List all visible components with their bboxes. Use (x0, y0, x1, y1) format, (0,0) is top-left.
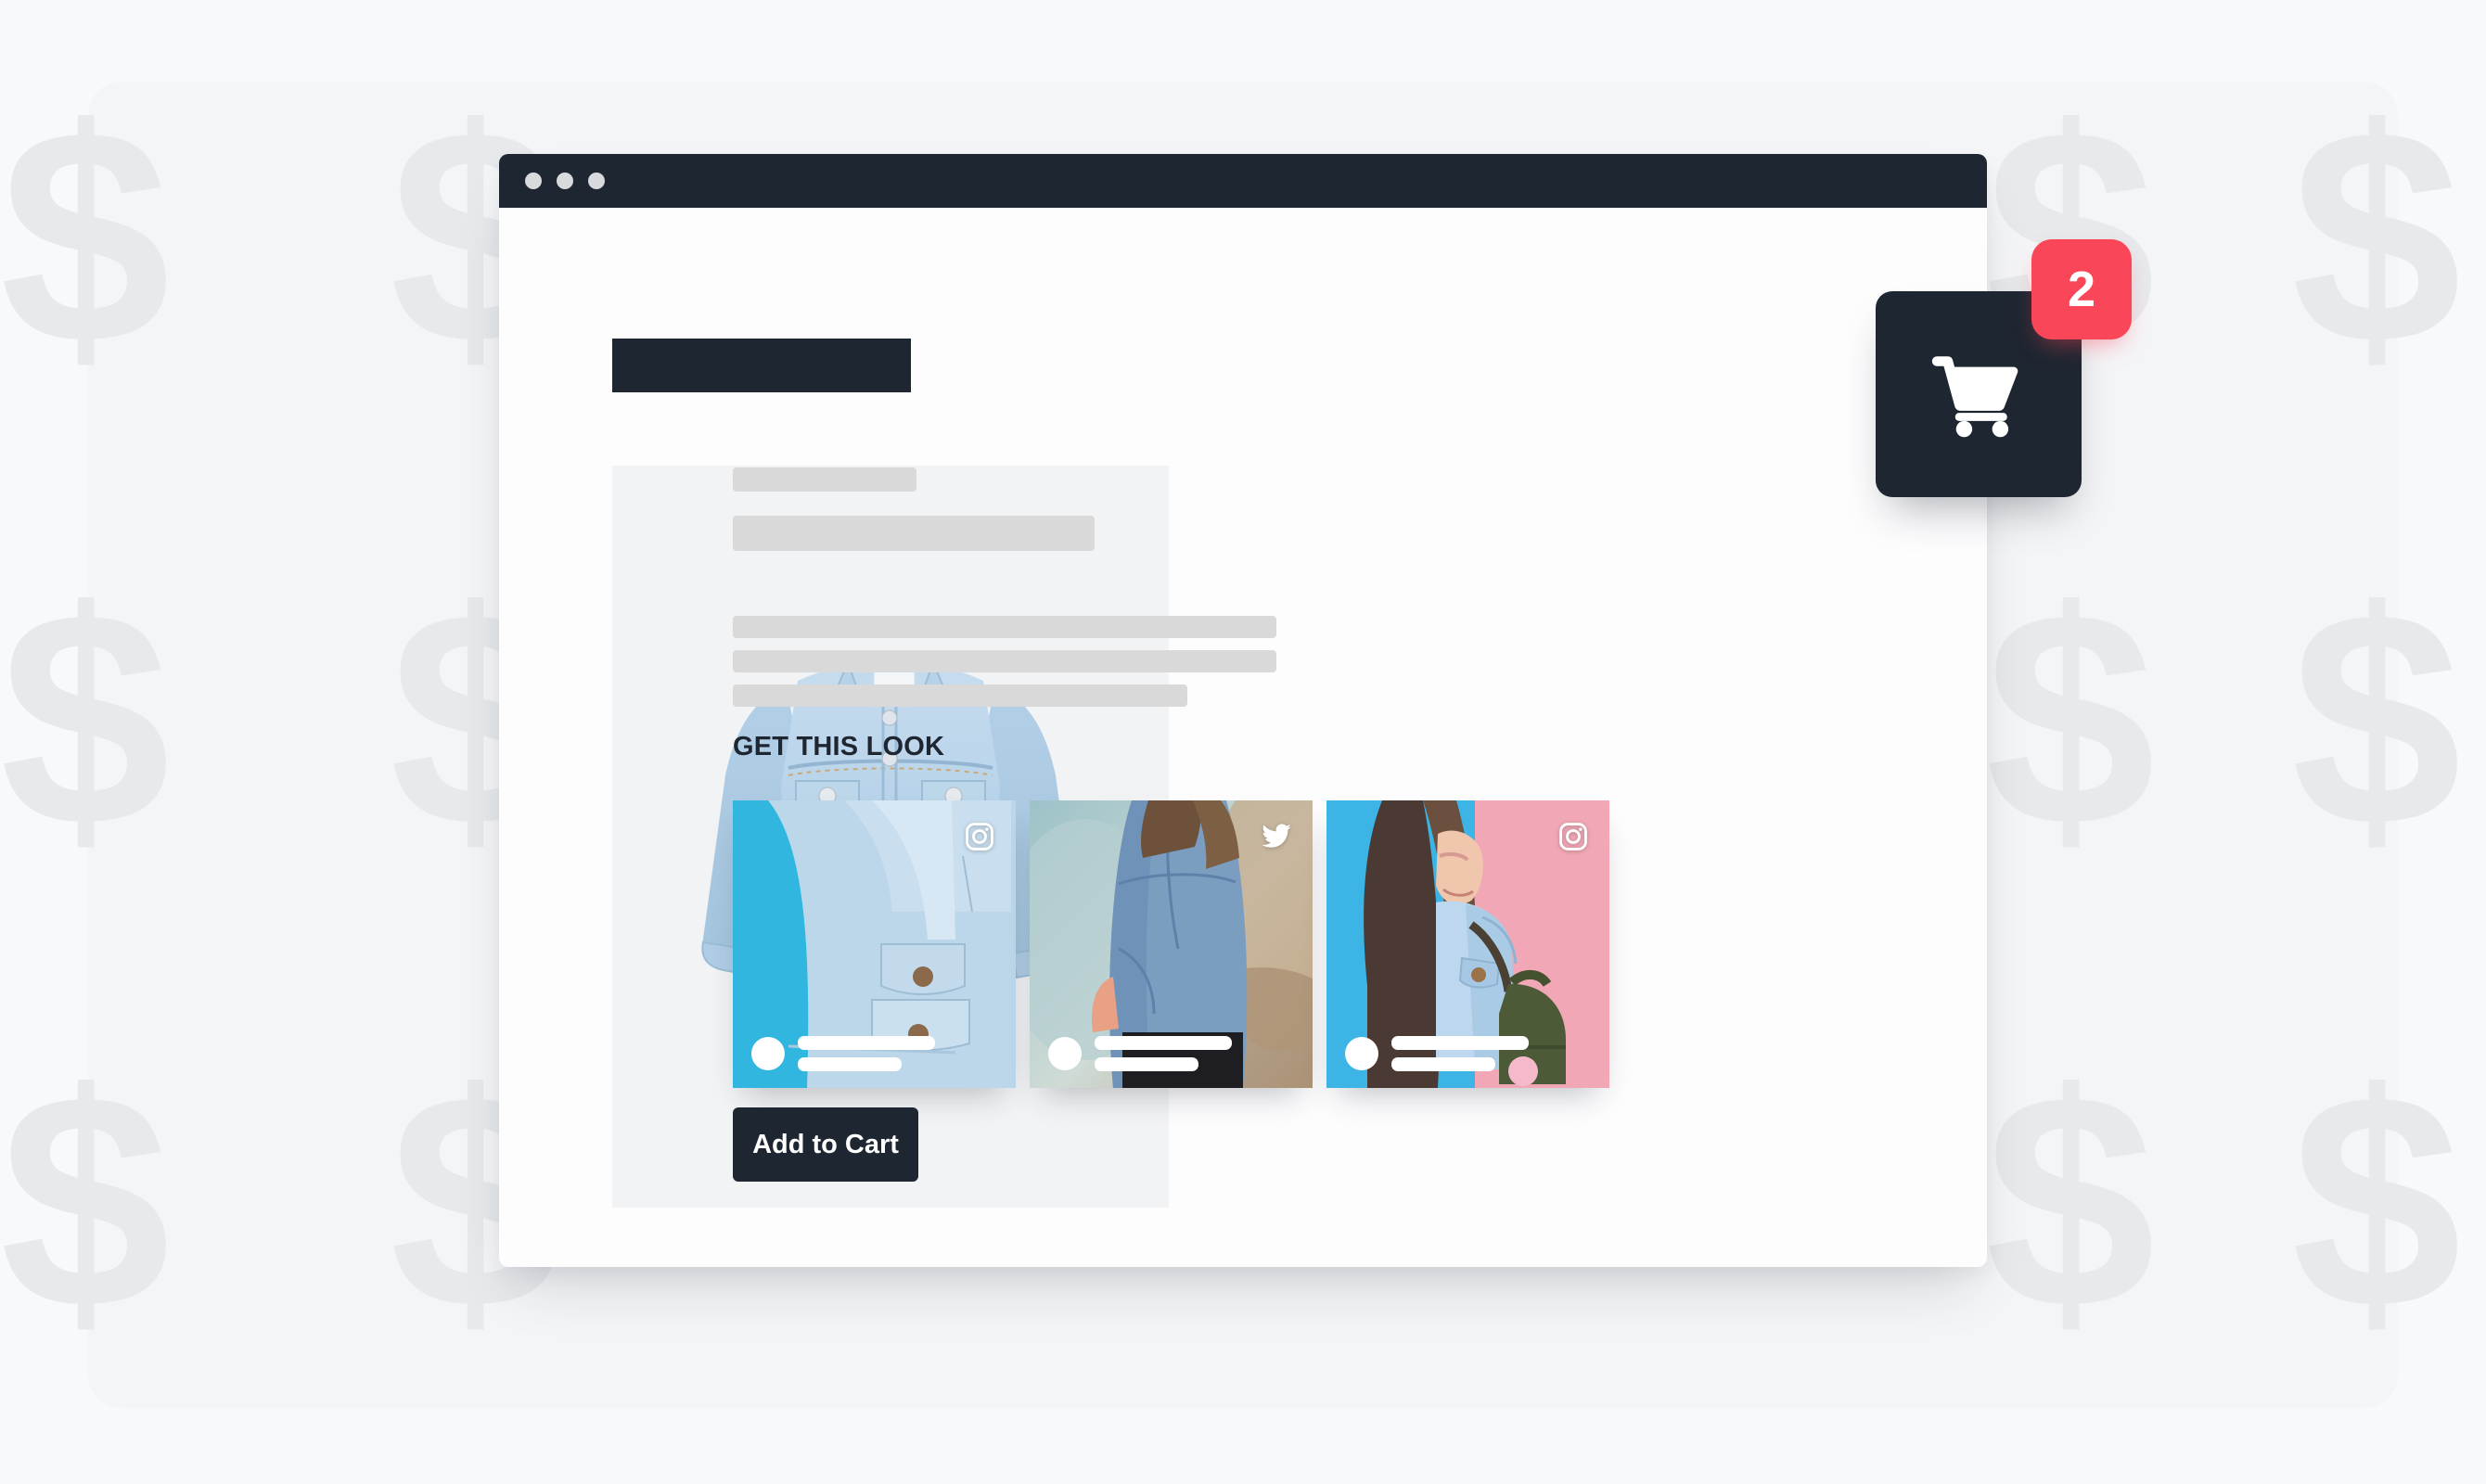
maximize-dot-icon[interactable] (588, 173, 605, 189)
body-line-2 (733, 650, 1276, 672)
card-caption-overlay (1345, 1036, 1529, 1071)
caption-line-2 (1391, 1057, 1495, 1071)
browser-titlebar (499, 154, 1987, 208)
browser-window: GET THIS LOOK Add to Cart (499, 154, 1987, 1267)
cart-count-badge: 2 (2031, 239, 2132, 339)
caption-line-1 (1391, 1036, 1529, 1050)
instagram-icon (966, 823, 993, 851)
browser-viewport: GET THIS LOOK Add to Cart (499, 208, 1987, 1267)
card-caption-overlay (751, 1036, 935, 1071)
minimize-dot-icon[interactable] (557, 173, 573, 189)
social-card-instagram-3[interactable] (1326, 800, 1609, 1088)
close-dot-icon[interactable] (525, 173, 542, 189)
product-details-column (733, 467, 1772, 707)
add-to-cart-button[interactable]: Add to Cart (733, 1107, 918, 1182)
caption-line-1 (1095, 1036, 1232, 1050)
social-card-twitter-2[interactable] (1030, 800, 1313, 1088)
subtitle-skeleton (733, 516, 1095, 551)
avatar (1048, 1037, 1082, 1070)
shopping-cart-icon (1931, 356, 2018, 438)
get-this-look-heading: GET THIS LOOK (733, 732, 945, 761)
caption-line-2 (1095, 1057, 1198, 1071)
caption-line-1 (798, 1036, 935, 1050)
social-cards-row (733, 800, 1609, 1088)
twitter-icon (1262, 824, 1291, 848)
body-line-1 (733, 616, 1276, 638)
instagram-icon (1559, 823, 1587, 851)
avatar (1345, 1037, 1378, 1070)
store-logo-placeholder (612, 339, 911, 392)
body-line-3 (733, 684, 1187, 707)
social-card-instagram-1[interactable] (733, 800, 1016, 1088)
card-caption-overlay (1048, 1036, 1232, 1071)
caption-line-2 (798, 1057, 902, 1071)
title-skeleton (733, 467, 916, 492)
description-skeleton (733, 616, 1772, 707)
avatar (751, 1037, 785, 1070)
